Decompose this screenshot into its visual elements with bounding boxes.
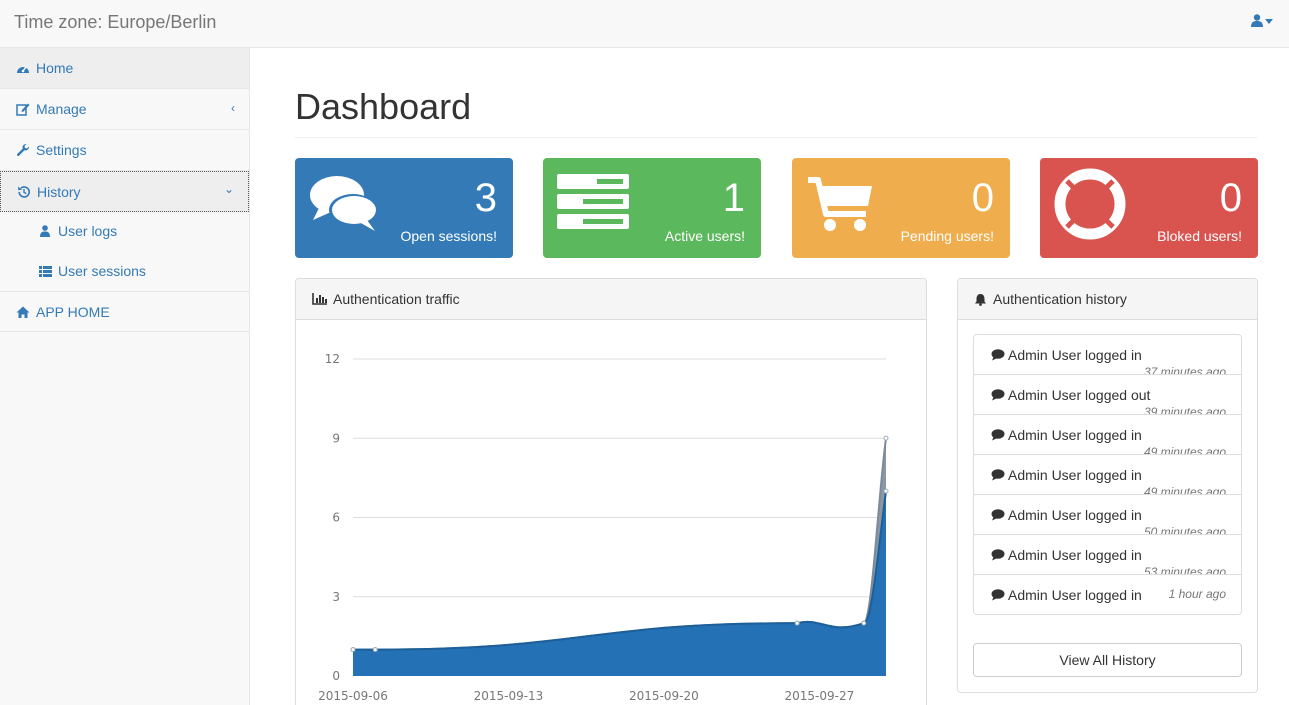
chevron-left-icon: ‹ [231, 101, 235, 115]
user-icon [1251, 14, 1263, 27]
sidebar-item-manage[interactable]: Manage ‹ [0, 89, 249, 130]
history-item[interactable]: Admin User logged in 49 minutes ago [973, 414, 1242, 455]
sidebar-subitem-user-sessions[interactable]: User sessions [0, 251, 249, 291]
bell-icon [974, 293, 987, 306]
history-panel-title: Authentication history [993, 291, 1127, 307]
chart-x-tick-label: 2015-09-06 [318, 689, 388, 703]
chart-point [350, 647, 356, 653]
user-menu-toggle[interactable] [1251, 14, 1273, 27]
timezone-label: Time zone: Europe/Berlin [14, 12, 217, 32]
stat-label: Bloked users! [1157, 228, 1242, 244]
title-divider [295, 137, 1257, 138]
list-icon [38, 265, 52, 277]
home-icon [16, 305, 30, 319]
history-panel: Authentication history Admin User logged… [957, 278, 1258, 693]
history-list: Admin User logged in 37 minutes ago Admi… [973, 334, 1242, 615]
sidebar-item-app-home[interactable]: APP HOME [0, 291, 249, 332]
chevron-down-icon: ⌄ [223, 182, 234, 196]
stat-card-blocked-users[interactable]: 0 Bloked users! [1040, 158, 1258, 258]
traffic-panel-heading: Authentication traffic [296, 279, 926, 320]
sidebar-item-label: Settings [36, 142, 87, 158]
history-item-text: Admin User logged in [1008, 507, 1142, 523]
chart-point [861, 620, 867, 626]
stat-card-active-users[interactable]: 1 Active users! [543, 158, 761, 258]
comment-icon [991, 469, 1005, 481]
chart-y-tick-label: 6 [332, 511, 340, 525]
bar-chart-icon [312, 293, 327, 305]
comment-icon [991, 549, 1005, 561]
cart-icon [808, 177, 872, 231]
sidebar-item-label: Home [36, 60, 74, 76]
view-all-history-button[interactable]: View All History [973, 643, 1242, 677]
traffic-chart: 0 3 6 9 12 2015-09-06 2015-09-13 2015-09-20 2015… [318, 352, 889, 703]
stat-value: 1 [722, 176, 745, 220]
life-ring-icon [1054, 168, 1126, 240]
comment-icon [991, 349, 1005, 361]
stat-value: 3 [474, 176, 497, 220]
server-icon [557, 174, 629, 229]
history-icon [17, 185, 31, 199]
chart-x-tick-label: 2015-09-13 [474, 689, 544, 703]
sidebar-item-label: APP HOME [36, 303, 110, 320]
chart-point [883, 488, 889, 494]
wrench-icon [16, 143, 30, 157]
chart-y-tick-label: 3 [332, 590, 340, 604]
traffic-panel: Authentication traffic 0 3 6 9 12 2015-09-06 2… [295, 278, 927, 705]
sidebar-item-history[interactable]: History ⌄ [0, 171, 249, 212]
chart-y-tick-label: 9 [332, 431, 340, 445]
comment-icon [991, 509, 1005, 521]
comments-icon [310, 176, 377, 231]
top-navbar: Time zone: Europe/Berlin [0, 0, 1289, 48]
comment-icon [991, 589, 1005, 601]
stat-label: Active users! [664, 228, 745, 244]
history-item-text: Admin User logged in [1008, 427, 1142, 443]
user-icon [38, 225, 52, 237]
comment-icon [991, 389, 1005, 401]
sidebar-item-home[interactable]: Home [0, 48, 249, 89]
chart-point [883, 435, 889, 441]
stat-label: Pending users! [900, 228, 994, 244]
sidebar-item-settings[interactable]: Settings [0, 130, 249, 171]
history-item[interactable]: Admin User logged in 50 minutes ago [973, 494, 1242, 535]
history-item[interactable]: Admin User logged in 49 minutes ago [973, 454, 1242, 495]
stat-card-open-sessions[interactable]: 3 Open sessions! [295, 158, 513, 258]
edit-icon [16, 102, 30, 116]
chart-series-line [353, 438, 887, 651]
chart-y-tick-label: 12 [325, 352, 340, 366]
history-item-text: Admin User logged in [1008, 547, 1142, 563]
sidebar-subitem-label: User sessions [58, 263, 146, 279]
chart-x-tick-label: 2015-09-20 [629, 689, 699, 703]
sidebar-subitem-user-logs[interactable]: User logs [0, 211, 249, 251]
history-item-text: Admin User logged in [1008, 587, 1142, 603]
stat-label: Open sessions! [400, 228, 498, 244]
history-item-time: 1 hour ago [1168, 587, 1226, 601]
chart-point [372, 647, 378, 653]
history-item-text: Admin User logged in [1008, 467, 1142, 483]
history-item[interactable]: Admin User logged in 37 minutes ago [973, 334, 1242, 375]
stat-value: 0 [971, 176, 994, 220]
history-item[interactable]: Admin User logged in 1 hour ago [973, 574, 1242, 615]
history-item[interactable]: Admin User logged out 39 minutes ago [973, 374, 1242, 415]
sidebar-subitem-label: User logs [58, 223, 118, 239]
history-item-text: Admin User logged out [1008, 387, 1151, 403]
history-panel-heading: Authentication history [958, 279, 1257, 320]
sidebar-item-label: History [37, 183, 81, 200]
traffic-panel-title: Authentication traffic [333, 291, 460, 307]
stat-card-pending-users[interactable]: 0 Pending users! [792, 158, 1010, 258]
history-item-text: Admin User logged in [1008, 347, 1142, 363]
dashboard-icon [16, 61, 30, 75]
chart-point [794, 620, 800, 626]
chart-x-tick-label: 2015-09-27 [785, 689, 855, 703]
page-title: Dashboard [295, 86, 472, 127]
stat-value: 0 [1219, 176, 1242, 220]
comment-icon [991, 429, 1005, 441]
chart-y-tick-label: 0 [332, 669, 340, 683]
chevron-down-icon [1265, 19, 1273, 24]
history-item[interactable]: Admin User logged in 53 minutes ago [973, 534, 1242, 575]
sidebar: Home Manage ‹ Settings History ⌄ User lo… [0, 48, 250, 705]
sidebar-item-label: Manage [36, 101, 87, 117]
